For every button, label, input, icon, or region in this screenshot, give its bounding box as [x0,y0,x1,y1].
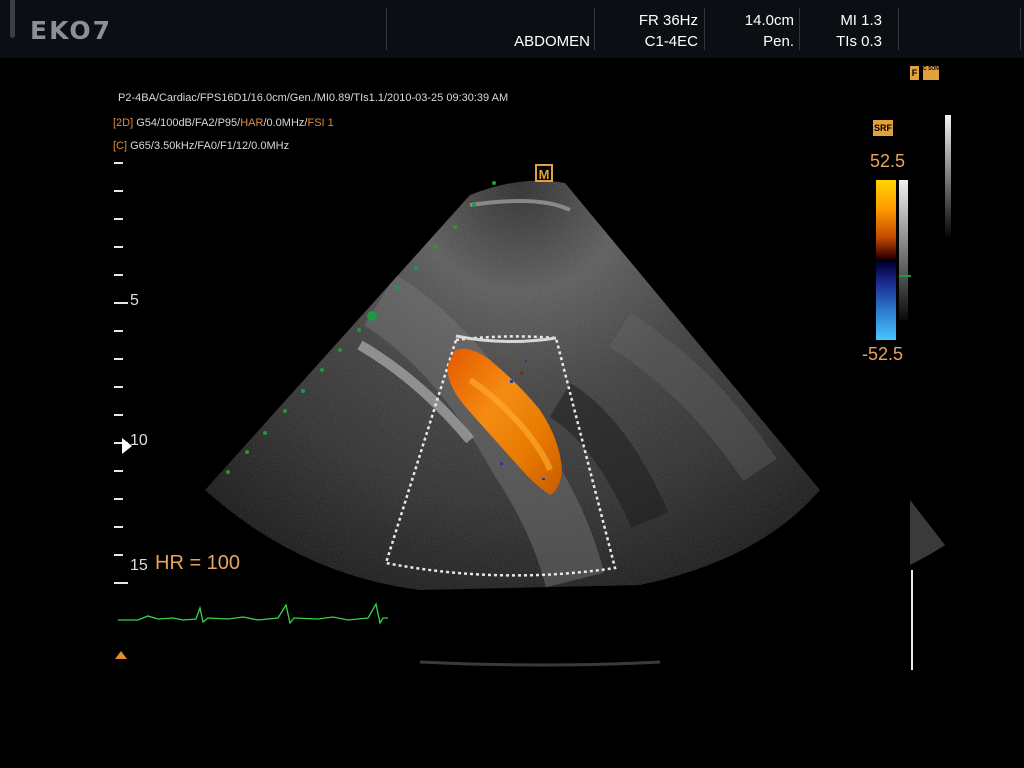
depth-tick [114,554,123,556]
color-velocity-bar [876,180,896,340]
thumbnail-sector [910,500,945,565]
depth-label-15: 15 [130,557,148,574]
color-scale-max: 52.5 [870,151,906,171]
depth-tick [114,274,123,276]
depth-tick [114,218,123,220]
heart-rate: HR = 100 [155,552,241,574]
depth-label-5: 5 [130,292,139,309]
focus-depth-pointer-icon[interactable] [120,436,134,456]
depth-tick [114,358,123,360]
depth-tick [114,330,123,332]
ecg-trace [118,602,388,625]
gray-map-bar [945,115,951,237]
depth-tick [114,190,123,192]
depth-tick [114,414,123,416]
ultrasound-screen: EKO7 ABDOMEN FR 36Hz C1-4EC 14.0cm Pen. … [0,0,1024,768]
depth-tick-major [114,582,128,584]
srf-icon: SRF [873,120,893,136]
depth-tick [114,162,123,164]
ultrasound-image [205,180,820,667]
orientation-triangle-icon [115,651,127,659]
baseline-marker [899,275,911,277]
color-scale-min: -52.5 [862,344,904,364]
m-marker-icon[interactable]: M [535,164,553,182]
depth-tick [114,470,123,472]
gray-scale-bar [899,180,908,320]
depth-tick [114,526,123,528]
depth-tick [114,246,123,248]
depth-tick-major [114,302,128,304]
scroll-indicator [911,570,913,670]
depth-tick [114,386,123,388]
depth-tick [114,498,123,500]
